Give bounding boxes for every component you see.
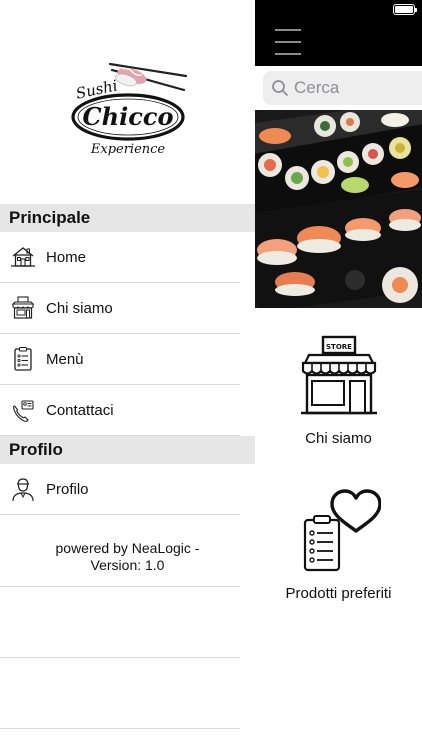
logo-word-experience: Experience <box>90 142 166 157</box>
section-header-principale: Principale <box>0 204 255 232</box>
phone-contact-icon <box>10 397 36 423</box>
user-icon <box>10 476 36 502</box>
drawer-item-label: Contattaci <box>46 401 114 419</box>
menu-list-icon <box>10 346 36 372</box>
side-drawer: Sushi Chicco Experience Principale Home <box>0 0 255 750</box>
top-navigation-bar <box>255 0 422 66</box>
drawer-divider <box>0 657 240 658</box>
search-field[interactable] <box>263 71 422 105</box>
drawer-item-label: Chi siamo <box>46 299 113 317</box>
drawer-item-chi-siamo[interactable]: Chi siamo <box>0 283 240 334</box>
sushi-photo <box>255 110 422 308</box>
house-icon <box>10 244 36 270</box>
drawer-item-profilo[interactable]: Profilo <box>0 464 240 515</box>
card-prodotti-preferiti[interactable]: Prodotti preferiti <box>255 485 422 610</box>
powered-by-footer: powered by NeaLogic - Version: 1.0 <box>0 540 255 574</box>
search-bar <box>255 66 422 110</box>
search-icon <box>272 80 288 96</box>
drawer-item-home[interactable]: Home <box>0 232 240 283</box>
store-icon: STORE <box>255 335 422 417</box>
drawer-item-contattaci[interactable]: Contattaci <box>0 385 240 436</box>
drawer-divider <box>0 586 240 587</box>
drawer-divider <box>0 728 240 729</box>
drawer-item-label: Home <box>46 248 87 266</box>
powered-by-text: powered by NeaLogic - <box>55 540 200 556</box>
drawer-item-label: Profilo <box>46 480 89 498</box>
drawer-item-menu[interactable]: Menù <box>0 334 240 385</box>
brand-logo: Sushi Chicco Experience <box>0 0 255 204</box>
app-screen: Sushi Chicco Experience Principale Home <box>0 0 422 750</box>
drawer-item-label: Menù <box>46 350 84 368</box>
logo-word-chicco: Chicco <box>83 102 174 131</box>
battery-icon <box>393 4 417 15</box>
version-text: Version: 1.0 <box>90 557 165 573</box>
svg-text:STORE: STORE <box>326 343 352 351</box>
main-content: STORE Chi siamo <box>255 0 422 750</box>
search-input[interactable] <box>294 78 404 98</box>
section-header-profilo: Profilo <box>0 436 255 464</box>
sushi-chicco-logo: Sushi Chicco Experience <box>71 62 188 157</box>
card-label: Prodotti preferiti <box>285 585 392 602</box>
card-label: Chi siamo <box>305 430 372 447</box>
favorites-clipboard-icon <box>255 488 422 573</box>
store-icon <box>10 295 36 321</box>
hamburger-icon[interactable] <box>275 29 301 55</box>
card-chi-siamo[interactable]: STORE Chi siamo <box>255 325 422 455</box>
